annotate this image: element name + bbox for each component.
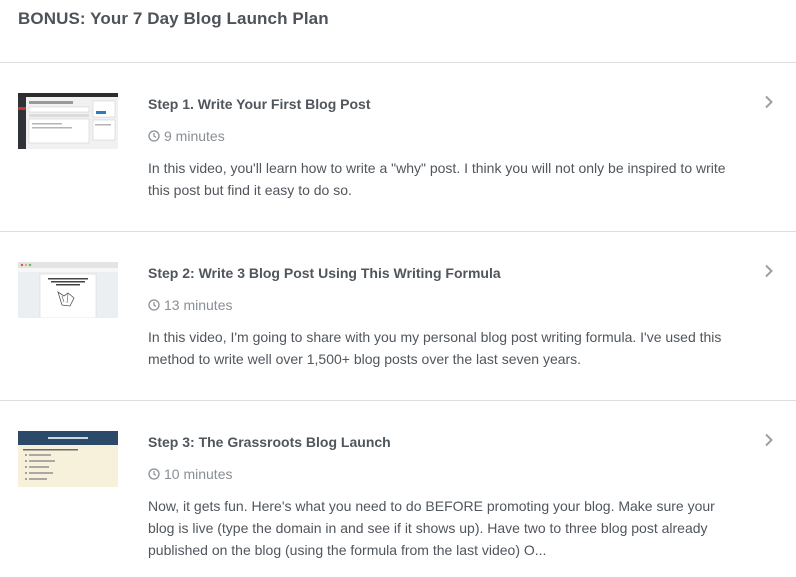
lesson-title[interactable]: Step 1. Write Your First Blog Post: [148, 96, 370, 112]
chevron-right-icon[interactable]: [764, 264, 774, 283]
divider: [0, 400, 796, 401]
lesson-thumbnail[interactable]: [18, 262, 118, 318]
duration-text: 9 minutes: [164, 128, 225, 144]
lesson-item-3[interactable]: Step 3: The Grassroots Blog Launch 10 mi…: [0, 431, 796, 577]
lesson-item-2[interactable]: Step 2: Write 3 Blog Post Using This Wri…: [0, 262, 796, 400]
lesson-title[interactable]: Step 2: Write 3 Blog Post Using This Wri…: [148, 265, 501, 281]
clock-icon: [148, 130, 160, 142]
lesson-thumbnail[interactable]: [18, 431, 118, 487]
lesson-description: Now, it gets fun. Here's what you need t…: [148, 498, 715, 558]
lesson-description: In this video, I'm going to share with y…: [148, 329, 722, 367]
clock-icon: [148, 468, 160, 480]
divider: [0, 62, 796, 63]
lesson-item-1[interactable]: Step 1. Write Your First Blog Post 9 min…: [0, 93, 796, 231]
divider: [0, 231, 796, 232]
lesson-thumbnail[interactable]: [18, 93, 118, 149]
lesson-duration: 9 minutes: [148, 128, 225, 144]
page-title: BONUS: Your 7 Day Blog Launch Plan: [18, 9, 329, 28]
duration-text: 13 minutes: [164, 297, 233, 313]
clock-icon: [148, 299, 160, 311]
lesson-description: In this video, you'll learn how to write…: [148, 160, 726, 198]
lesson-duration: 13 minutes: [148, 297, 232, 313]
lesson-title[interactable]: Step 3: The Grassroots Blog Launch: [148, 434, 391, 450]
chevron-right-icon[interactable]: [764, 433, 774, 452]
chevron-right-icon[interactable]: [764, 95, 774, 114]
lesson-duration: 10 minutes: [148, 466, 232, 482]
duration-text: 10 minutes: [164, 466, 233, 482]
